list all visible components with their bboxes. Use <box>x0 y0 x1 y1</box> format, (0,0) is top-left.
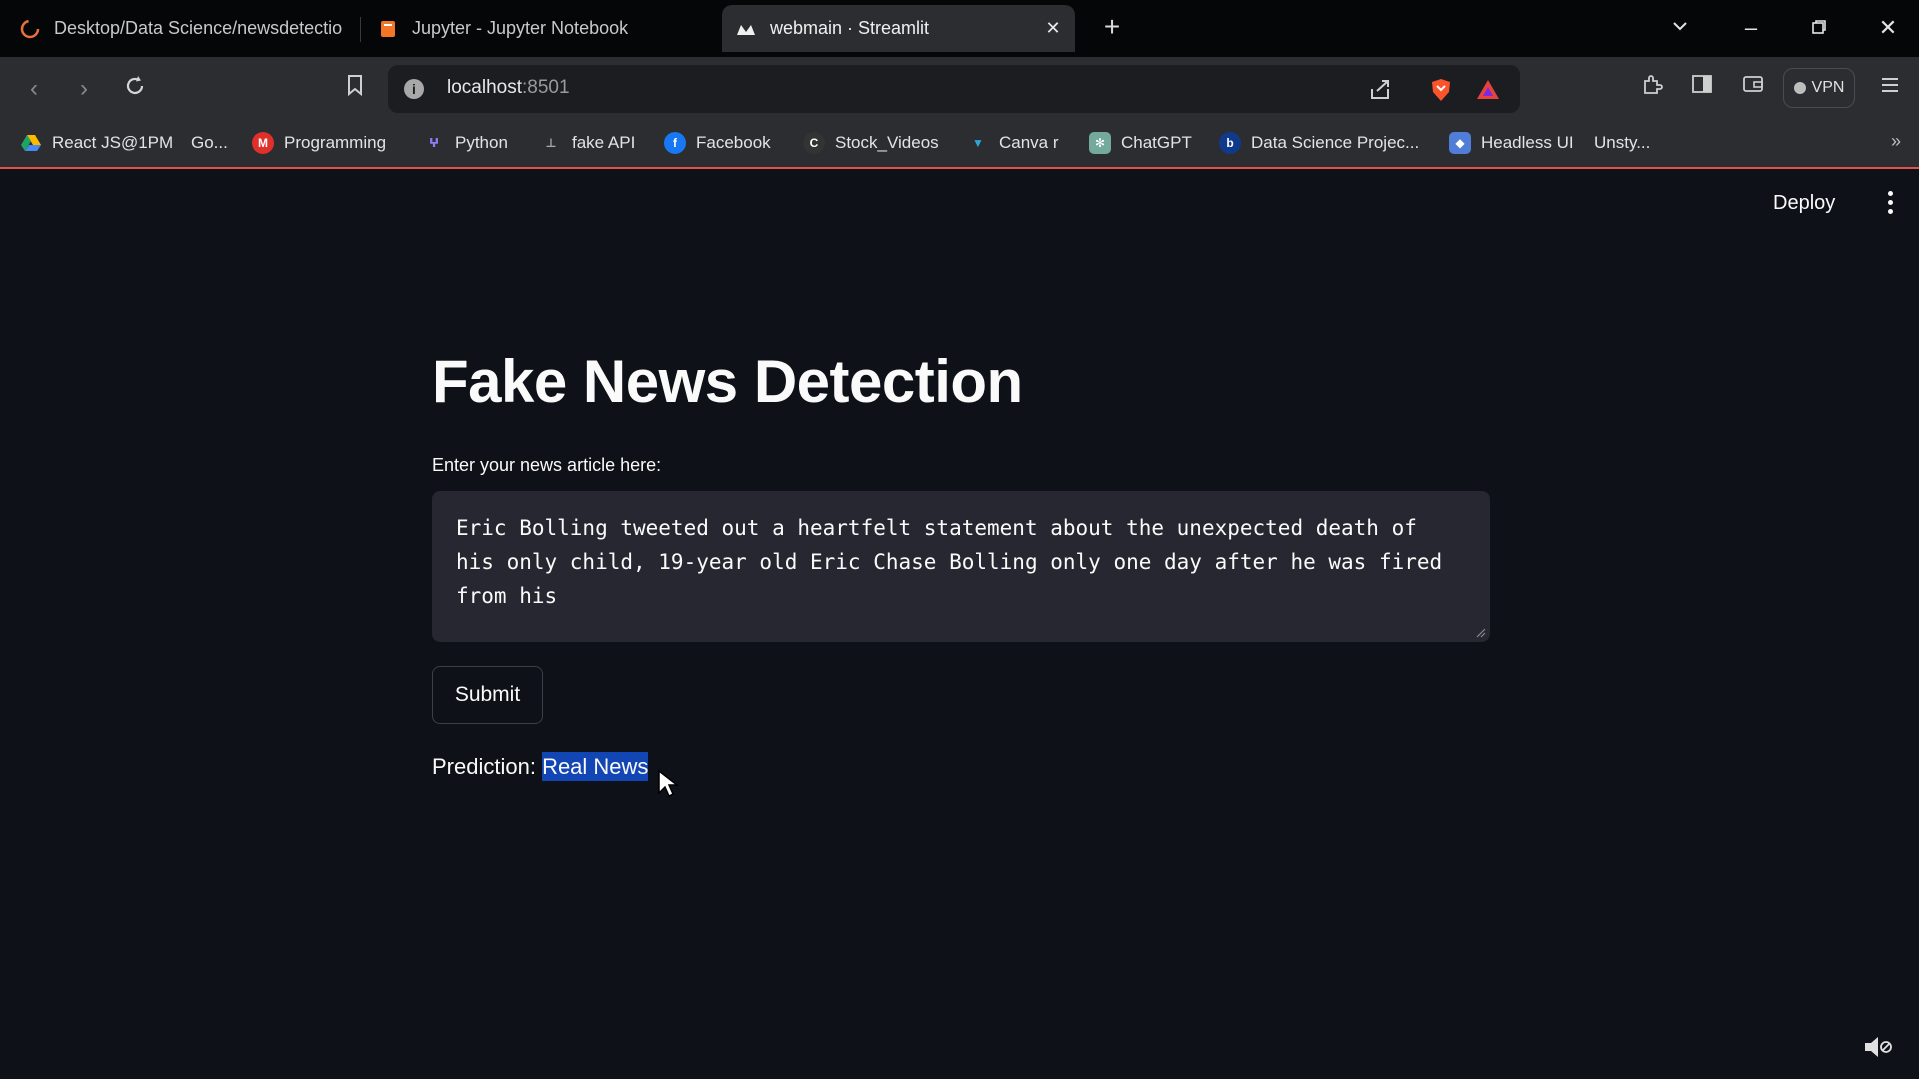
mouse-pointer-icon <box>658 769 679 798</box>
bookmark-item[interactable]: f Facebook <box>664 129 771 157</box>
vpn-label: VPN <box>1811 79 1845 96</box>
article-input[interactable]: Eric Bolling tweeted out a heartfelt sta… <box>432 491 1490 642</box>
reload-icon[interactable] <box>120 74 150 104</box>
page-title: Fake News Detection <box>432 348 1023 415</box>
site-info-icon[interactable]: i <box>404 79 424 99</box>
browser-tab-active[interactable]: webmain · Streamlit ✕ <box>722 5 1075 52</box>
resize-handle-icon[interactable] <box>1474 626 1486 638</box>
bookmark-item[interactable]: ⵖ Python <box>423 129 508 157</box>
sidebar-icon[interactable] <box>1688 74 1716 102</box>
prediction-output: Prediction: Real News <box>432 752 649 781</box>
submit-button[interactable]: Submit <box>432 666 543 724</box>
prediction-label: Prediction: <box>432 754 543 779</box>
bookmark-label: Headless UI <box>1481 133 1574 152</box>
wallet-icon[interactable] <box>1739 74 1767 102</box>
tab-divider <box>360 17 361 42</box>
loading-icon <box>20 19 40 39</box>
bookmark-label: Stock_Videos <box>835 133 939 152</box>
app-page: Deploy Fake News Detection Enter your ne… <box>0 171 1919 1079</box>
browser-tab-strip: Desktop/Data Science/newsdetectio Jupyte… <box>0 0 1919 57</box>
bookmark-label: Programming <box>284 133 387 152</box>
minimize-icon[interactable]: – <box>1733 12 1769 44</box>
bookmark-label: Facebook <box>696 133 771 152</box>
restore-icon[interactable] <box>1801 12 1837 44</box>
c-logo-icon: C <box>803 132 825 154</box>
bookmark-item[interactable]: Go... <box>191 129 228 157</box>
prediction-value: Real News <box>542 752 649 781</box>
share-icon[interactable] <box>1368 77 1394 103</box>
streamlit-icon <box>736 19 756 39</box>
browser-tab[interactable]: Jupyter - Jupyter Notebook <box>364 5 714 52</box>
tab-title: Jupyter - Jupyter Notebook <box>412 18 629 38</box>
extensions-icon[interactable] <box>1638 74 1666 102</box>
bookmark-item[interactable]: ✻ ChatGPT <box>1089 129 1192 157</box>
back-icon[interactable]: ‹ <box>19 74 49 104</box>
forward-icon[interactable]: › <box>69 74 99 104</box>
more-bookmarks-icon[interactable]: » <box>1891 131 1901 152</box>
new-tab-button[interactable]: + <box>1097 13 1127 43</box>
bookmark-item[interactable]: C Stock_Videos <box>803 129 939 157</box>
bookmark-label: Python <box>455 133 508 152</box>
bookmark-item[interactable]: M Programming <box>252 129 386 157</box>
api-icon: ⊥ <box>545 136 557 150</box>
url-text[interactable]: localhost:8501 <box>447 77 570 99</box>
jupyter-icon <box>378 19 398 39</box>
bookmark-label: ChatGPT <box>1121 133 1192 152</box>
tab-title: webmain · Streamlit <box>770 18 930 38</box>
m-logo-icon: M <box>252 132 274 154</box>
bookmark-item[interactable]: ◆ Headless UI <box>1449 129 1574 157</box>
facebook-icon: f <box>664 132 686 154</box>
bookmark-item[interactable]: ▼ Canva r <box>967 129 1059 157</box>
google-drive-icon <box>20 132 42 154</box>
tab-search-icon[interactable] <box>1662 12 1698 44</box>
article-input-label: Enter your news article here: <box>432 455 662 475</box>
menu-icon[interactable] <box>1876 74 1904 102</box>
vpn-status-icon <box>1793 82 1806 94</box>
bookmark-item[interactable]: Unsty... <box>1594 129 1650 157</box>
canva-icon: ▼ <box>972 136 984 150</box>
bookmark-label: Go... <box>191 133 228 152</box>
headless-ui-icon: ◆ <box>1449 132 1471 154</box>
bookmark-label: Unsty... <box>1594 133 1651 152</box>
tab-title: Desktop/Data Science/newsdetectio <box>54 18 342 38</box>
bookmark-label: Canva r <box>999 133 1059 152</box>
bookmark-label: fake API <box>572 133 636 152</box>
close-window-icon[interactable]: ✕ <box>1870 12 1906 44</box>
python-icon: ⵖ <box>428 136 440 150</box>
close-tab-icon[interactable]: ✕ <box>1041 16 1065 40</box>
bookmark-item[interactable]: ⊥ fake API <box>540 129 636 157</box>
chatgpt-icon: ✻ <box>1089 132 1111 154</box>
vpn-button[interactable]: VPN <box>1783 68 1855 108</box>
bookmark-item[interactable]: b Data Science Projec... <box>1219 129 1419 157</box>
volume-icon[interactable] <box>1862 1033 1894 1061</box>
b-logo-icon: b <box>1219 132 1241 154</box>
bookmark-icon[interactable] <box>340 74 370 104</box>
browser-toolbar: ‹ › i localhost:8501 VPN <box>0 57 1919 121</box>
brave-shields-icon[interactable] <box>1428 77 1454 103</box>
deploy-button[interactable]: Deploy <box>1773 192 1835 215</box>
browser-tab[interactable]: Desktop/Data Science/newsdetectio <box>6 5 356 52</box>
brave-rewards-icon[interactable] <box>1475 77 1501 103</box>
bookmark-label: React JS@1PM <box>52 133 174 152</box>
bookmark-item[interactable]: React JS@1PM <box>20 129 173 157</box>
bookmarks-bar: React JS@1PM Go... M Programming ⵖ Pytho… <box>0 121 1919 169</box>
main-menu-icon[interactable] <box>1880 185 1900 219</box>
address-bar[interactable]: i localhost:8501 <box>388 65 1520 113</box>
bookmark-label: Data Science Projec... <box>1251 133 1420 152</box>
